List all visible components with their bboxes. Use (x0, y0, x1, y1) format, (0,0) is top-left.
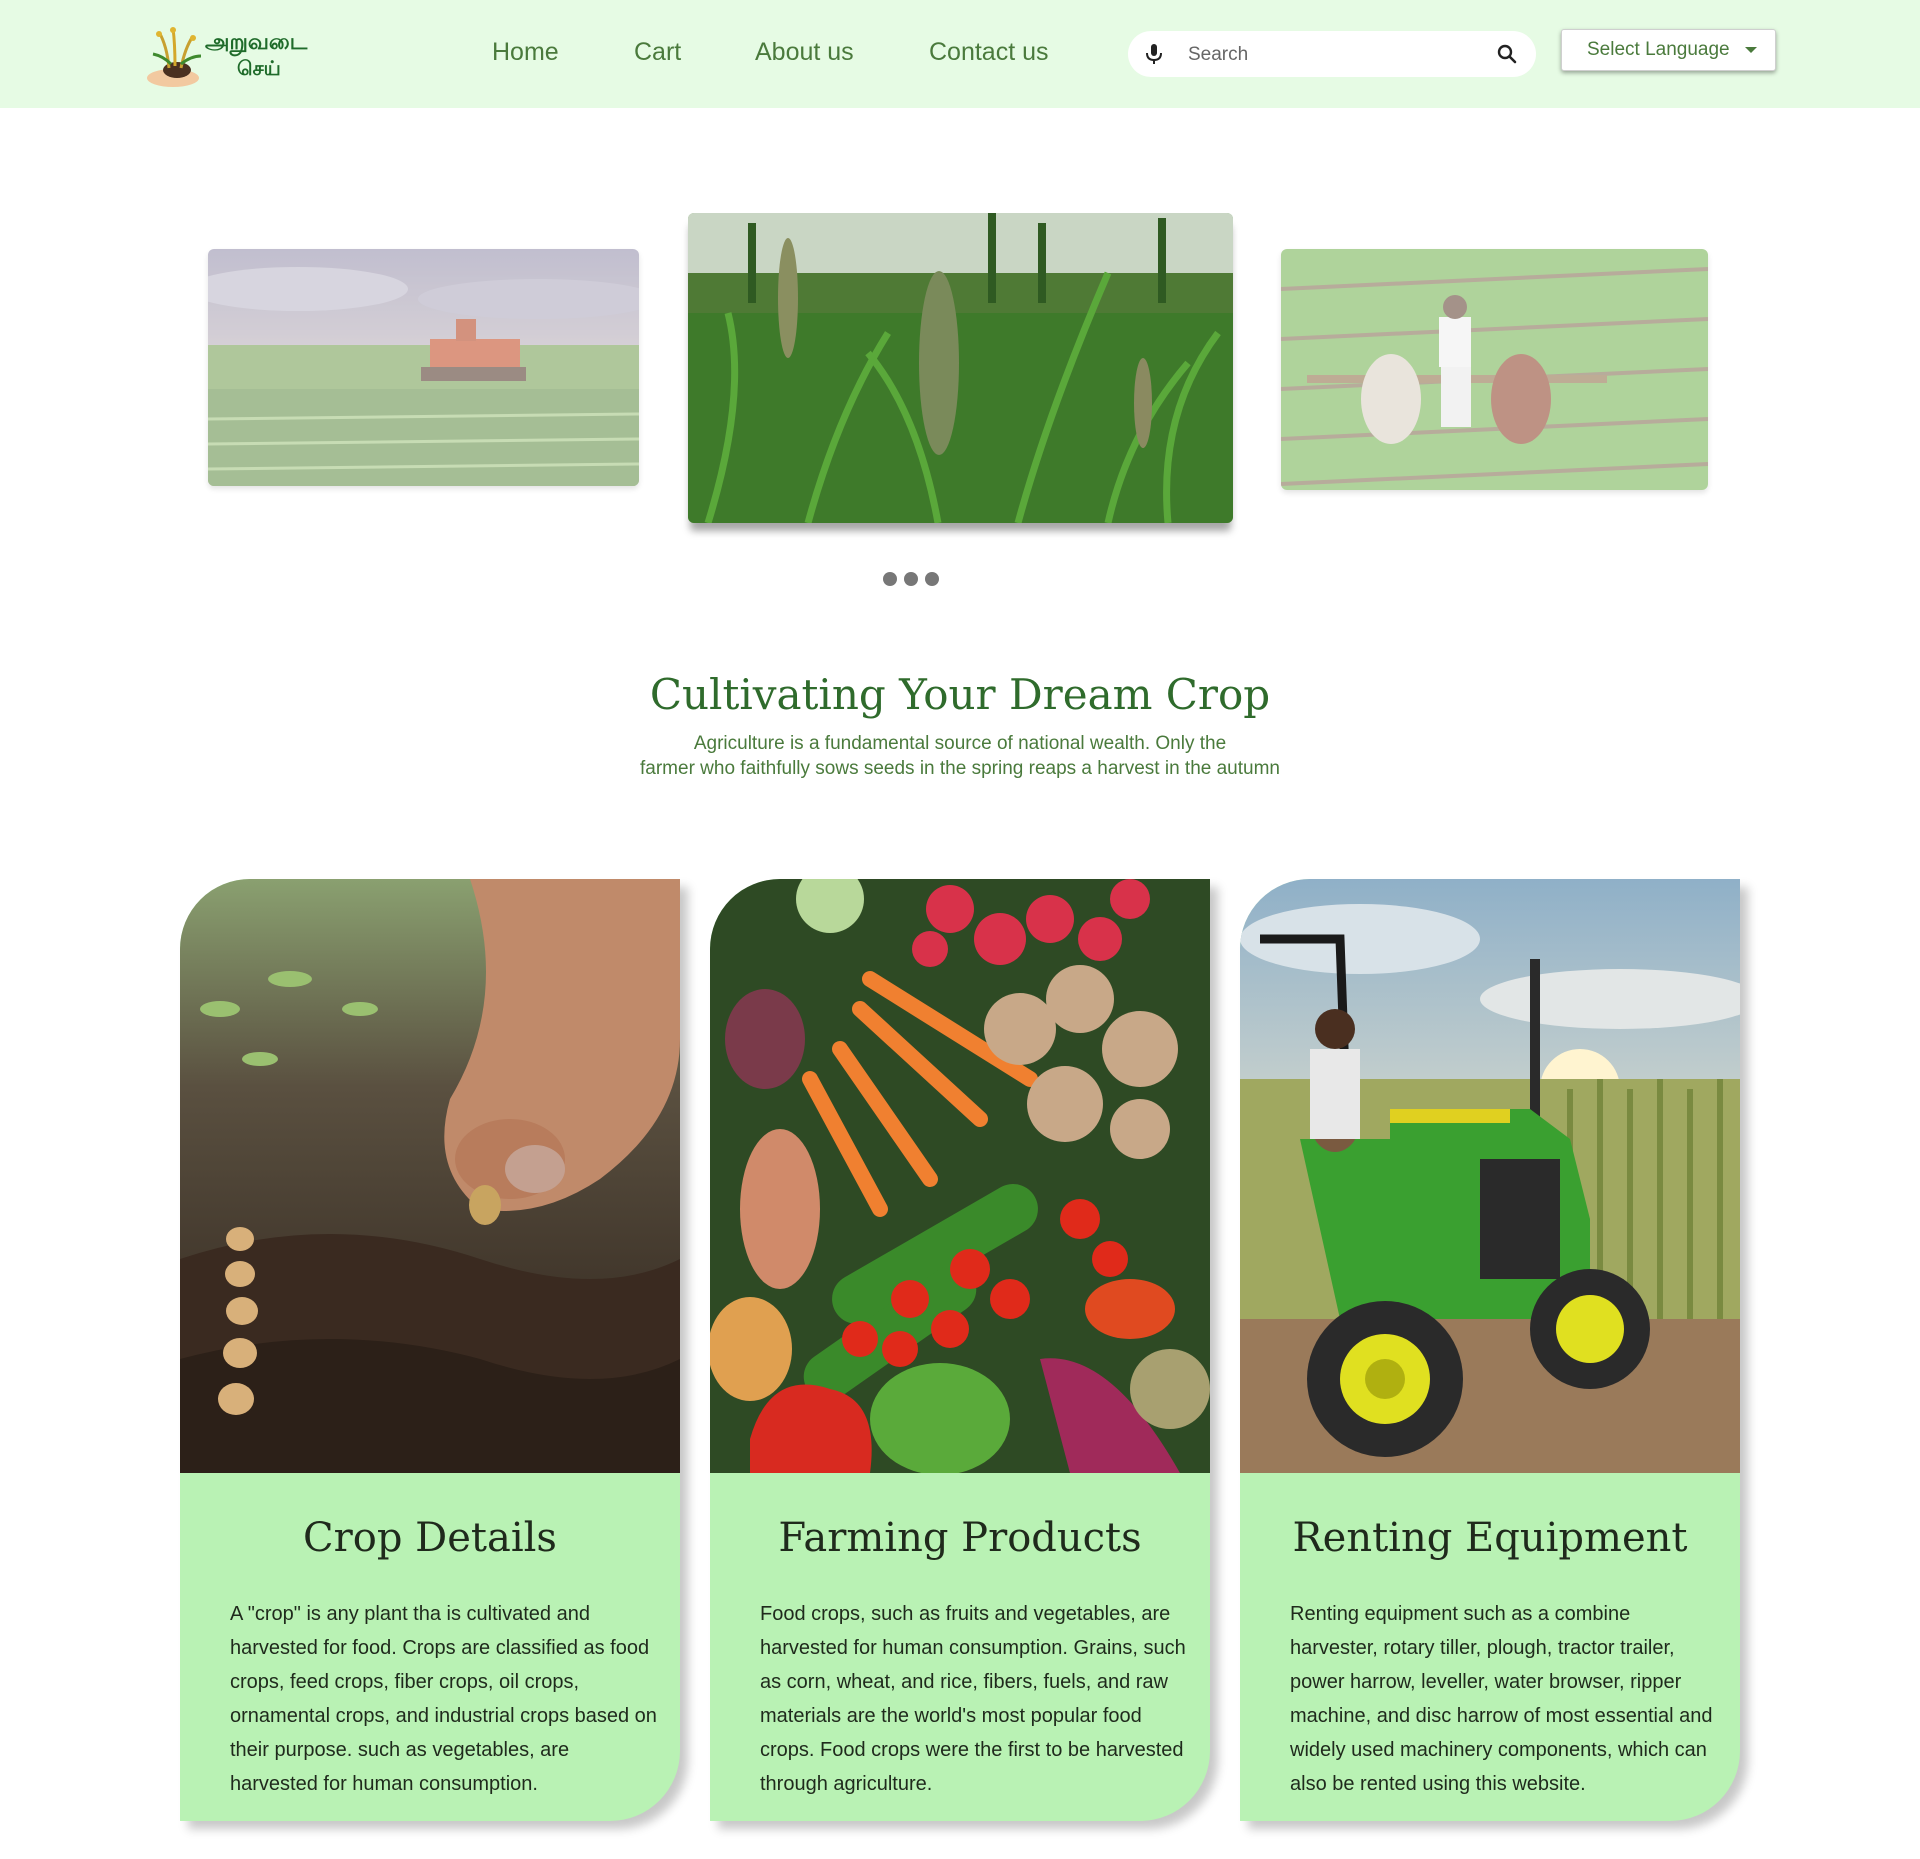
language-select[interactable]: Select Language (1561, 29, 1776, 71)
language-select-label: Select Language (1587, 39, 1730, 60)
intro-text-line1: Agriculture is a fundamental source of n… (693, 733, 1227, 754)
millet-crop-photo-icon (688, 213, 1233, 523)
seed-sowing-photo-icon (180, 879, 680, 1473)
search-input[interactable] (1186, 39, 1480, 71)
carousel-slide-right[interactable] (1281, 249, 1708, 490)
logo-text-line2: செய் (237, 56, 281, 80)
harvest-hand-icon (147, 27, 202, 87)
carousel-slide-left[interactable] (208, 249, 639, 486)
card-crop-details[interactable]: Crop Details A "crop" is any plant tha i… (180, 879, 680, 1821)
carousel-dot-3[interactable] (925, 572, 939, 586)
tractor-field-photo-icon (208, 249, 639, 486)
nav-about-us[interactable]: About us (755, 38, 854, 67)
carousel-slide-center[interactable] (688, 213, 1233, 523)
card-renting-equipment[interactable]: Renting Equipment Renting equipment such… (1240, 879, 1740, 1821)
card-renting-equipment-image (1240, 879, 1740, 1473)
green-tractor-photo-icon (1240, 879, 1740, 1473)
caret-down-icon (1745, 47, 1757, 53)
intro-text-line2: farmer who faithfully sows seeds in the … (640, 758, 1280, 779)
carousel-indicators (883, 572, 939, 586)
logo-text-line1: அறுவடை (205, 30, 308, 55)
card-farming-products-image (710, 879, 1210, 1473)
intro-text: Agriculture is a fundamental source of n… (560, 731, 1360, 781)
carousel-dot-1[interactable] (883, 572, 897, 586)
vegetables-photo-icon (710, 879, 1210, 1473)
site-logo[interactable]: அறுவடை செய் (145, 26, 330, 88)
card-farming-products[interactable]: Farming Products Food crops, such as fru… (710, 879, 1210, 1821)
card-crop-details-title: Crop Details (303, 1515, 557, 1561)
nav-cart[interactable]: Cart (634, 38, 681, 67)
carousel-dot-2[interactable] (904, 572, 918, 586)
header: அறுவடை செய் Home Cart About us Contact u… (0, 0, 1920, 108)
card-renting-equipment-text: Renting equipment such as a combine harv… (1290, 1603, 1713, 1795)
card-crop-details-text: A "crop" is any plant tha is cultivated … (230, 1603, 657, 1795)
card-farming-products-text: Food crops, such as fruits and vegetable… (760, 1603, 1186, 1795)
intro-title: Cultivating Your Dream Crop (649, 670, 1271, 719)
card-crop-details-image (180, 879, 680, 1473)
ox-plough-photo-icon (1281, 249, 1708, 490)
microphone-icon[interactable] (1144, 43, 1164, 70)
nav-home[interactable]: Home (492, 38, 559, 67)
search-bar (1128, 31, 1536, 77)
card-farming-products-title: Farming Products (778, 1515, 1142, 1561)
search-icon[interactable] (1496, 43, 1518, 70)
nav-contact-us[interactable]: Contact us (929, 38, 1049, 67)
card-renting-equipment-title: Renting Equipment (1292, 1515, 1688, 1561)
